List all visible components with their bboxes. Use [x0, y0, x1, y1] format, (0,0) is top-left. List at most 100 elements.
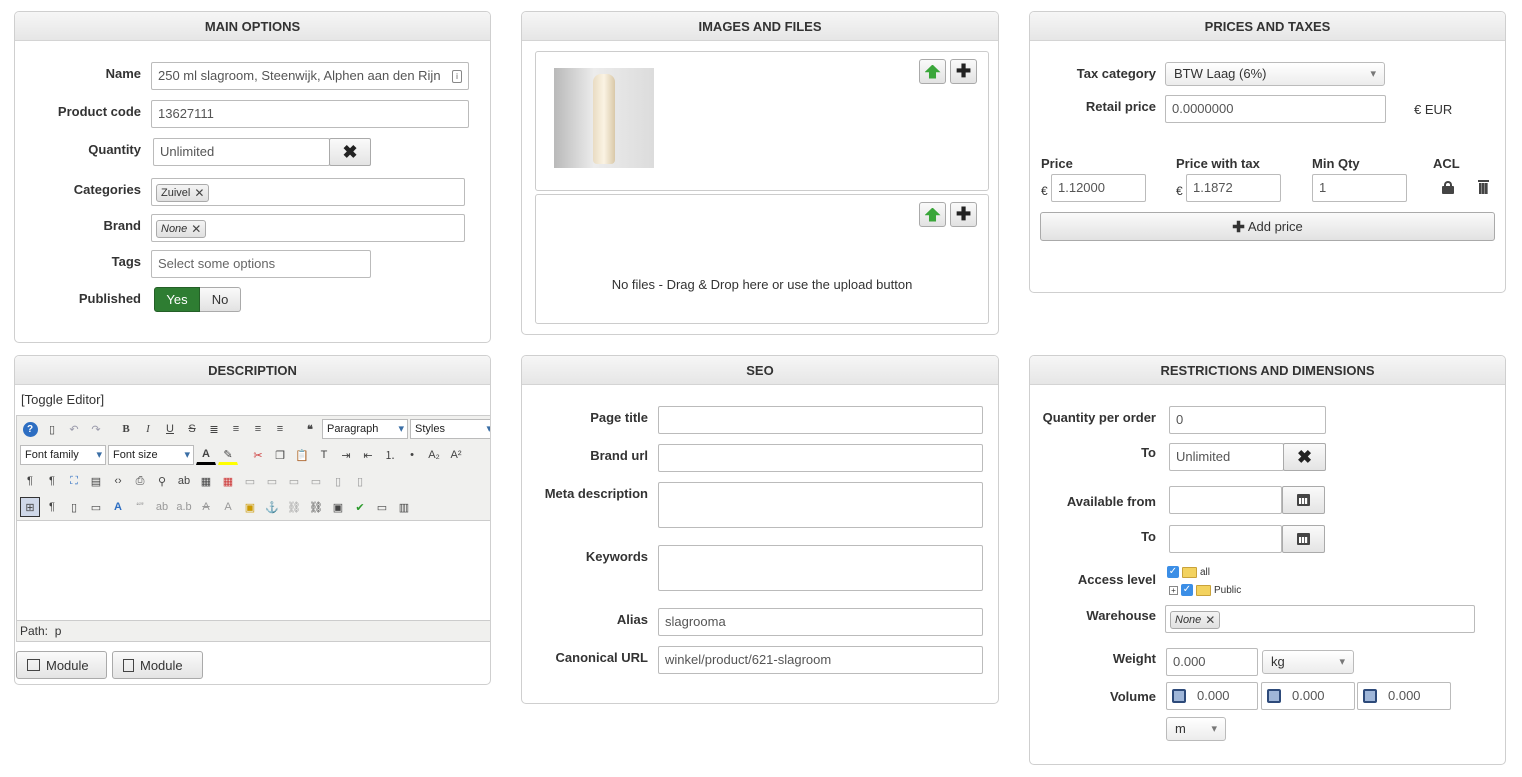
published-yes-button[interactable]: Yes	[154, 287, 200, 312]
meta-description-textarea[interactable]	[658, 482, 983, 528]
insert-text-icon[interactable]: A	[218, 497, 238, 517]
remove-chip-icon[interactable]: ✕	[1205, 607, 1215, 632]
insert-col-icon[interactable]: ▯	[328, 471, 348, 491]
italic-icon[interactable]: I	[138, 419, 158, 439]
align-right-icon[interactable]: ≡	[270, 419, 290, 439]
volume-length-input[interactable]: 0.000	[1166, 682, 1258, 710]
style-icon[interactable]: A	[108, 497, 128, 517]
module-button-1[interactable]: Module	[16, 651, 107, 679]
font-family-select[interactable]: Font family	[20, 445, 106, 465]
volume-height-input[interactable]: 0.000	[1357, 682, 1451, 710]
show-blocks-icon[interactable]: ¶	[42, 497, 62, 517]
add-price-button[interactable]: ✚ Add price	[1040, 212, 1495, 241]
add-file-button[interactable]: ✚	[950, 202, 977, 227]
tags-input[interactable]: Select some options	[151, 250, 371, 278]
bold-icon[interactable]: B	[116, 419, 136, 439]
outdent-icon[interactable]: ⇤	[358, 445, 378, 465]
highlight-icon[interactable]: ✎	[218, 445, 238, 465]
quantity-input[interactable]: Unlimited	[153, 138, 330, 166]
available-from-calendar-button[interactable]	[1282, 486, 1325, 514]
volume-unit-select[interactable]: m	[1166, 717, 1226, 741]
checkbox-checked-icon[interactable]: ✓	[1181, 584, 1193, 597]
weight-input[interactable]: 0.000	[1166, 648, 1258, 676]
paste-icon[interactable]: 📋	[292, 445, 312, 465]
delete-text-icon[interactable]: A	[196, 497, 216, 517]
subscript-icon[interactable]: A₂	[424, 445, 444, 465]
editor-content-area[interactable]	[17, 520, 490, 621]
ltr-icon[interactable]: ¶	[20, 471, 40, 491]
copy-icon[interactable]: ❐	[270, 445, 290, 465]
underline-icon[interactable]: U	[160, 419, 180, 439]
categories-input[interactable]: Zuivel ✕	[151, 178, 465, 206]
warehouse-input[interactable]: None ✕	[1165, 605, 1475, 633]
available-to-input[interactable]	[1169, 525, 1282, 553]
quantity-to-input[interactable]: Unlimited	[1169, 443, 1284, 471]
keywords-textarea[interactable]	[658, 545, 983, 591]
row-props-icon[interactable]: ▭	[240, 471, 260, 491]
layer-icon[interactable]: ▥	[394, 497, 414, 517]
price-input[interactable]: 1.12000	[1051, 174, 1146, 202]
print-icon[interactable]: ⎙	[130, 471, 150, 491]
trash-icon[interactable]	[1478, 180, 1489, 194]
weight-unit-select[interactable]: kg	[1262, 650, 1354, 674]
cut-icon[interactable]: ✂	[248, 445, 268, 465]
media-icon[interactable]: ▣	[240, 497, 260, 517]
styles-select[interactable]: Styles	[410, 419, 490, 439]
toggle-editor-link[interactable]: [Toggle Editor]	[21, 392, 104, 407]
hr-icon[interactable]: ▭	[372, 497, 392, 517]
canonical-url-input[interactable]: winkel/product/621-slagroom	[658, 646, 983, 674]
brand-url-input[interactable]	[658, 444, 983, 472]
warehouse-chip[interactable]: None ✕	[1170, 610, 1221, 629]
template-icon[interactable]: ▤	[86, 471, 106, 491]
indent-icon[interactable]: ⇥	[336, 445, 356, 465]
page-title-input[interactable]	[658, 406, 983, 434]
cell-props-icon[interactable]: ▭	[262, 471, 282, 491]
retail-price-input[interactable]: 0.0000000	[1165, 95, 1386, 123]
find-icon[interactable]: ⚲	[152, 471, 172, 491]
code-icon[interactable]: ‹›	[108, 471, 128, 491]
price-with-tax-input[interactable]: 1.1872	[1186, 174, 1281, 202]
alias-input[interactable]: slagrooma	[658, 608, 983, 636]
volume-width-input[interactable]: 0.000	[1261, 682, 1355, 710]
abbr-icon[interactable]: ab	[152, 497, 172, 517]
available-to-calendar-button[interactable]	[1282, 525, 1325, 553]
tax-category-select[interactable]: BTW Laag (6%)	[1165, 62, 1385, 86]
superscript-icon[interactable]: A²	[446, 445, 466, 465]
unordered-list-icon[interactable]: •	[402, 445, 422, 465]
visual-aid-icon[interactable]: ⊞	[20, 497, 40, 517]
link-icon[interactable]: ⛓	[306, 497, 326, 517]
image-icon[interactable]: ▭	[86, 497, 106, 517]
category-chip[interactable]: Zuivel ✕	[156, 183, 210, 202]
product-image[interactable]	[554, 68, 654, 168]
help-icon[interactable]: ?	[20, 419, 40, 439]
upload-file-button[interactable]	[919, 202, 946, 227]
product-code-input[interactable]: 13627111	[151, 100, 469, 128]
published-no-button[interactable]: No	[200, 287, 241, 312]
delete-table-icon[interactable]: ▦	[218, 471, 238, 491]
table-icon[interactable]: ▦	[196, 471, 216, 491]
translate-icon[interactable]: i	[452, 70, 462, 83]
insert-image-icon[interactable]: ▣	[328, 497, 348, 517]
ordered-list-icon[interactable]: ⒈	[380, 445, 400, 465]
quantity-clear-button[interactable]: ✖	[329, 138, 371, 166]
remove-chip-icon[interactable]: ✕	[191, 216, 201, 241]
spellcheck-icon[interactable]: ✔	[350, 497, 370, 517]
align-center-icon[interactable]: ≡	[226, 419, 246, 439]
insert-row-icon[interactable]: ▭	[284, 471, 304, 491]
align-left-icon[interactable]: ≡	[248, 419, 268, 439]
images-dropzone[interactable]: ✚	[535, 51, 989, 191]
cite-icon[interactable]: “”	[130, 497, 150, 517]
access-tree-all[interactable]: ✓ all	[1167, 566, 1210, 579]
expand-icon[interactable]: +	[1169, 585, 1178, 595]
quantity-per-order-input[interactable]: 0	[1169, 406, 1326, 434]
blockquote-icon[interactable]: ❝	[300, 419, 320, 439]
lock-icon[interactable]	[1442, 181, 1454, 194]
brand-chip[interactable]: None ✕	[156, 219, 207, 238]
acronym-icon[interactable]: a.b	[174, 497, 194, 517]
checkbox-checked-icon[interactable]: ✓	[1167, 566, 1179, 579]
undo-icon[interactable]: ↶	[64, 419, 84, 439]
strikethrough-icon[interactable]: S	[182, 419, 202, 439]
available-from-input[interactable]	[1169, 486, 1282, 514]
name-input[interactable]: 250 ml slagroom, Steenwijk, Alphen aan d…	[151, 62, 469, 90]
font-color-icon[interactable]: A	[196, 445, 216, 465]
